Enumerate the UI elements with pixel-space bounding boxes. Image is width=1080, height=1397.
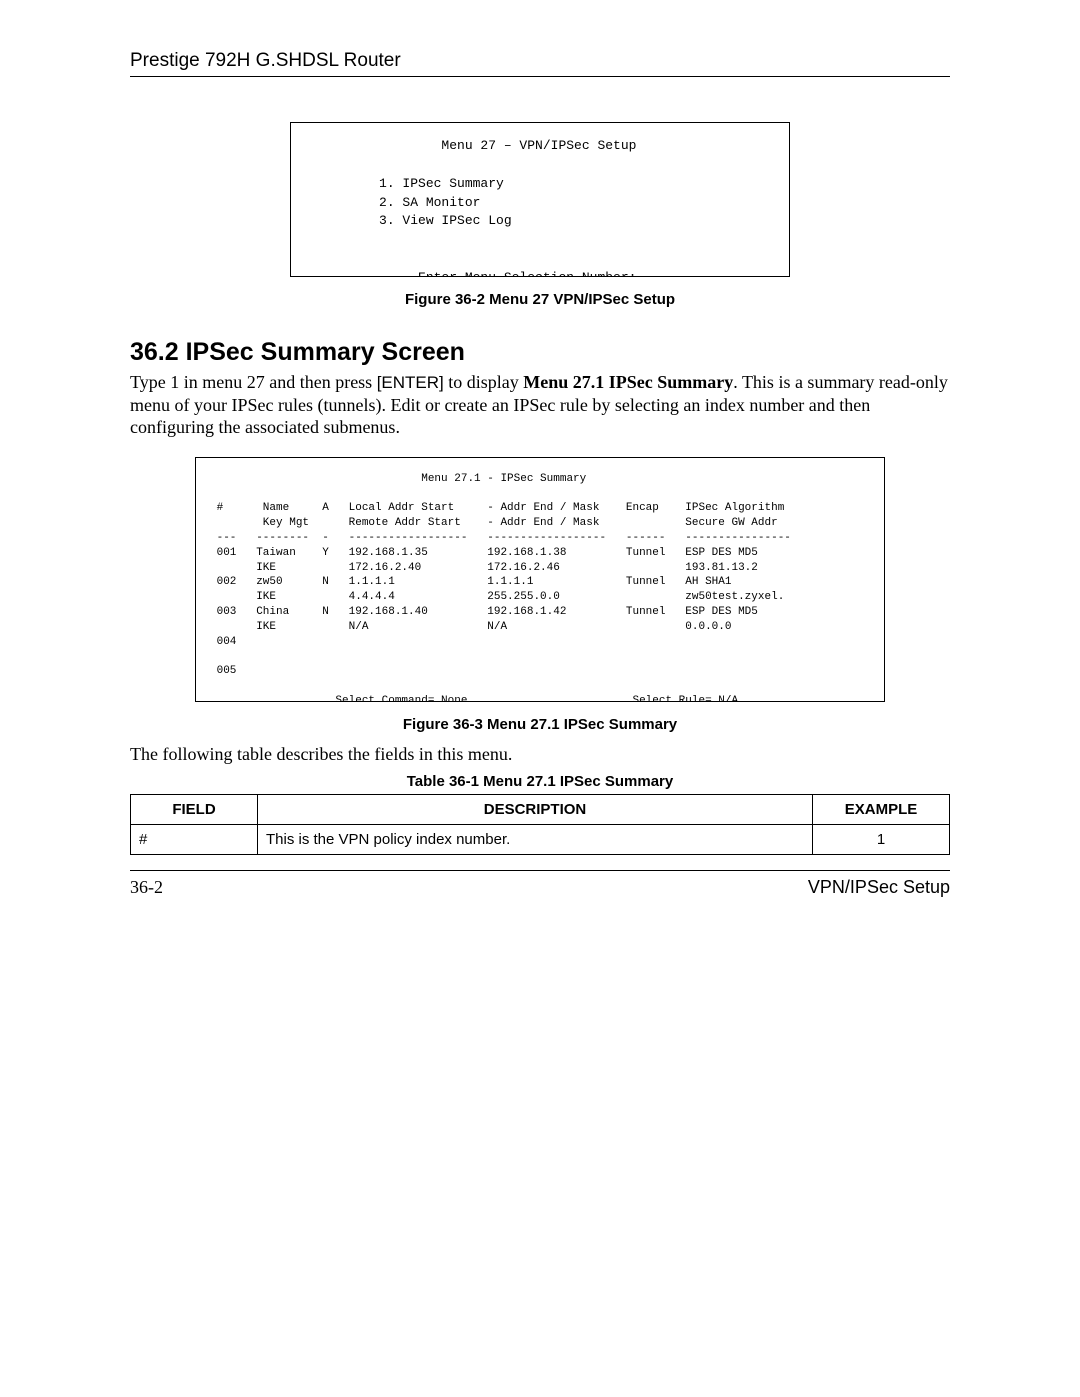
table-intro: The following table describes the fields… bbox=[130, 743, 950, 766]
th-field: FIELD bbox=[131, 795, 258, 825]
page-footer: 36-2 VPN/IPSec Setup bbox=[130, 870, 950, 902]
summary-table: FIELD DESCRIPTION EXAMPLE # This is the … bbox=[130, 794, 950, 855]
section-heading: 36.2 IPSec Summary Screen bbox=[130, 338, 950, 367]
figure-caption-1: Figure 36-2 Menu 27 VPN/IPSec Setup bbox=[130, 291, 950, 308]
terminal-menu271: Menu 27.1 - IPSec Summary # Name A Local… bbox=[195, 457, 885, 702]
para-menu-name: Menu 27.1 IPSec Summary bbox=[523, 372, 733, 392]
table-caption: Table 36-1 Menu 27.1 IPSec Summary bbox=[130, 773, 950, 790]
page-header: Prestige 792H G.SHDSL Router bbox=[130, 50, 950, 77]
cell-field: # bbox=[131, 825, 258, 855]
table-row: # This is the VPN policy index number. 1 bbox=[131, 825, 950, 855]
footer-section-name: VPN/IPSec Setup bbox=[808, 877, 950, 902]
page: Prestige 792H G.SHDSL Router Menu 27 – V… bbox=[0, 0, 1080, 1397]
figure-caption-2: Figure 36-3 Menu 27.1 IPSec Summary bbox=[130, 716, 950, 733]
th-description: DESCRIPTION bbox=[258, 795, 813, 825]
para-text-pre: Type 1 in menu 27 and then press bbox=[130, 372, 377, 392]
para-text-mid: to display bbox=[444, 372, 524, 392]
cell-description: This is the VPN policy index number. bbox=[258, 825, 813, 855]
cell-example: 1 bbox=[813, 825, 950, 855]
th-example: EXAMPLE bbox=[813, 795, 950, 825]
para-enter-key: [ENTER] bbox=[377, 373, 444, 392]
table-header-row: FIELD DESCRIPTION EXAMPLE bbox=[131, 795, 950, 825]
terminal-menu27: Menu 27 – VPN/IPSec Setup 1. IPSec Summa… bbox=[290, 122, 790, 277]
footer-page-number: 36-2 bbox=[130, 877, 163, 902]
section-paragraph: Type 1 in menu 27 and then press [ENTER]… bbox=[130, 371, 950, 439]
